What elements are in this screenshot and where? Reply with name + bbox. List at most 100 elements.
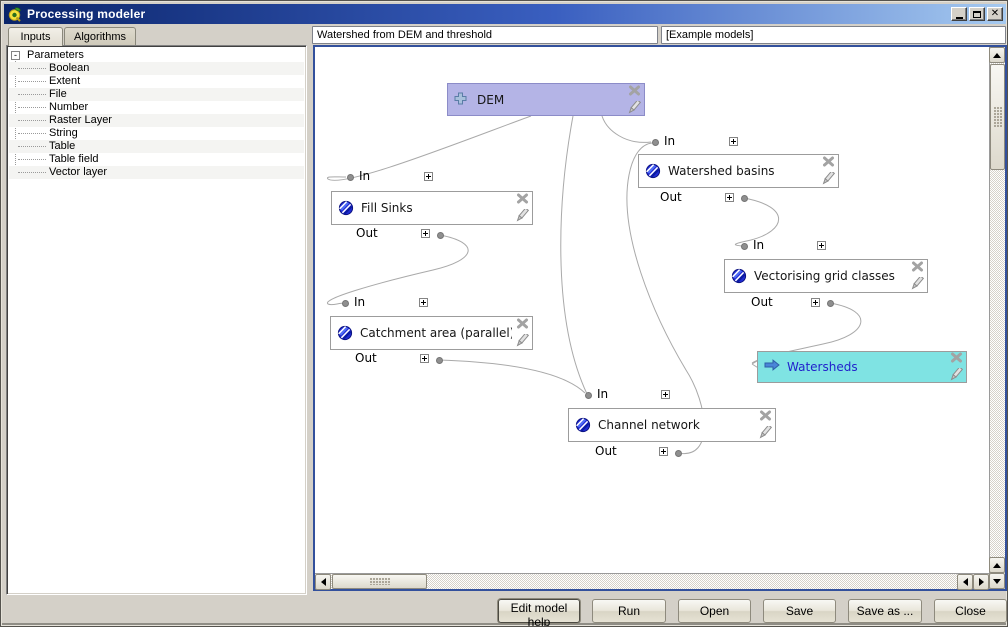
scroll-up-button-2[interactable]: [989, 557, 1005, 573]
thumb-grip: [994, 107, 1002, 127]
edit-node-icon[interactable]: [514, 209, 529, 223]
connection-curves: [315, 47, 989, 573]
tree-item-table[interactable]: Table: [9, 140, 304, 153]
close-button[interactable]: ✕: [987, 7, 1003, 21]
save-as-button[interactable]: Save as ...: [848, 599, 922, 623]
tree-item-parameters[interactable]: -Parameters: [9, 49, 304, 62]
minimize-icon: [956, 17, 963, 19]
tree-item-label: Extent: [49, 75, 80, 88]
node-title: Vectorising grid classes: [754, 269, 907, 283]
tree-item-table-field[interactable]: Table field: [9, 153, 304, 166]
edit-model-help-button[interactable]: Edit model help: [498, 599, 580, 623]
algorithm-node-fill-sinks[interactable]: Fill Sinks: [331, 191, 533, 225]
edit-node-icon[interactable]: [514, 334, 529, 348]
delete-node-icon[interactable]: [516, 318, 529, 329]
thumb-grip: [370, 578, 390, 585]
delete-node-icon[interactable]: [911, 261, 924, 272]
close-button[interactable]: Close: [934, 599, 1007, 623]
canvas-horizontal-scrollbar[interactable]: [315, 573, 989, 589]
tree-item-label: File: [49, 88, 67, 101]
minimize-button[interactable]: [951, 7, 967, 21]
tab-algorithms[interactable]: Algorithms: [64, 27, 136, 45]
connector-dot: [741, 243, 748, 250]
saga-algorithm-icon: [731, 268, 747, 284]
tree-item-label: Table: [49, 140, 75, 153]
tree-item-string[interactable]: String: [9, 127, 304, 140]
maximize-button[interactable]: [969, 7, 985, 21]
scroll-down-button[interactable]: [989, 573, 1005, 589]
tree-item-number[interactable]: Number: [9, 101, 304, 114]
run-button[interactable]: Run: [592, 599, 666, 623]
inputs-tree-panel: -ParametersBooleanExtentFileNumberRaster…: [6, 45, 307, 595]
tree-item-label: Boolean: [49, 62, 89, 75]
scroll-up-button[interactable]: [989, 47, 1005, 63]
connection-fill-sinks-to-catchment-area-parallel: [327, 235, 468, 305]
io-label: Out: [356, 226, 378, 240]
expand-plus-icon[interactable]: [811, 298, 820, 307]
edit-node-icon[interactable]: [909, 277, 924, 291]
vertical-scroll-thumb[interactable]: [990, 64, 1005, 170]
connection-dem-to-watershed-basins: [602, 116, 651, 142]
window-title: Processing modeler: [27, 7, 145, 21]
connection-catchment-area-parallel-to-channel-network: [439, 360, 585, 393]
tree-item-raster-layer[interactable]: Raster Layer: [9, 114, 304, 127]
saga-algorithm-icon: [645, 163, 661, 179]
expand-plus-icon[interactable]: [419, 298, 428, 307]
expand-plus-icon[interactable]: [729, 137, 738, 146]
algorithm-node-vectorising-grid-classes[interactable]: Vectorising grid classes: [724, 259, 928, 293]
model-group-input[interactable]: [661, 26, 1006, 44]
scroll-right-button[interactable]: [973, 574, 989, 590]
triangle-up-icon: [993, 49, 1001, 58]
edit-node-icon[interactable]: [820, 172, 835, 186]
io-label: In: [664, 134, 675, 148]
triangle-down-icon: [993, 579, 1001, 588]
triangle-left-icon: [959, 578, 968, 586]
tree-item-boolean[interactable]: Boolean: [9, 62, 304, 75]
delete-node-icon[interactable]: [950, 352, 963, 363]
tree-expander-icon[interactable]: -: [11, 51, 20, 60]
expand-plus-icon[interactable]: [420, 354, 429, 363]
scroll-left-button[interactable]: [315, 574, 331, 590]
algorithm-node-channel-network[interactable]: Channel network: [568, 408, 776, 442]
open-button[interactable]: Open: [678, 599, 751, 623]
io-label: Out: [595, 444, 617, 458]
output-node-watersheds[interactable]: Watersheds: [757, 351, 967, 383]
delete-node-icon[interactable]: [822, 156, 835, 167]
delete-node-icon[interactable]: [759, 410, 772, 421]
algorithm-node-catchment-area-parallel[interactable]: Catchment area (parallel): [330, 316, 533, 350]
delete-node-icon[interactable]: [628, 85, 641, 96]
expand-plus-icon[interactable]: [725, 193, 734, 202]
titlebar[interactable]: Processing modeler ✕: [4, 4, 1006, 24]
input-node-dem[interactable]: DEM: [447, 83, 645, 116]
save-button[interactable]: Save: [763, 599, 836, 623]
scroll-left-button-2[interactable]: [957, 574, 973, 590]
edit-node-icon[interactable]: [948, 368, 963, 382]
tab-inputs[interactable]: Inputs: [8, 27, 63, 46]
expand-plus-icon[interactable]: [659, 447, 668, 456]
node-title: Watershed basins: [668, 164, 818, 178]
expand-plus-icon[interactable]: [424, 172, 433, 181]
tree-item-file[interactable]: File: [9, 88, 304, 101]
maximize-icon: [973, 11, 981, 18]
edit-node-icon[interactable]: [757, 426, 772, 440]
io-label: Out: [355, 351, 377, 365]
tree-item-vector-layer[interactable]: Vector layer: [9, 166, 304, 179]
edit-node-icon[interactable]: [626, 101, 641, 115]
io-label: In: [359, 169, 370, 183]
algorithm-node-watershed-basins[interactable]: Watershed basins: [638, 154, 839, 188]
io-label: Out: [660, 190, 682, 204]
expand-plus-icon[interactable]: [421, 229, 430, 238]
tree-item-extent[interactable]: Extent: [9, 75, 304, 88]
io-label: Out: [751, 295, 773, 309]
expand-plus-icon[interactable]: [661, 390, 670, 399]
horizontal-scroll-thumb[interactable]: [332, 574, 427, 589]
connector-dot: [652, 139, 659, 146]
tree-item-label: Number: [49, 101, 88, 114]
connector-dot: [437, 232, 444, 239]
saga-algorithm-icon: [575, 417, 591, 433]
canvas-vertical-scrollbar[interactable]: [989, 47, 1005, 589]
expand-plus-icon[interactable]: [817, 241, 826, 250]
model-canvas[interactable]: DEMWatershedsInFill SinksOutInCatchment …: [315, 47, 989, 573]
delete-node-icon[interactable]: [516, 193, 529, 204]
model-name-input[interactable]: [312, 26, 658, 44]
